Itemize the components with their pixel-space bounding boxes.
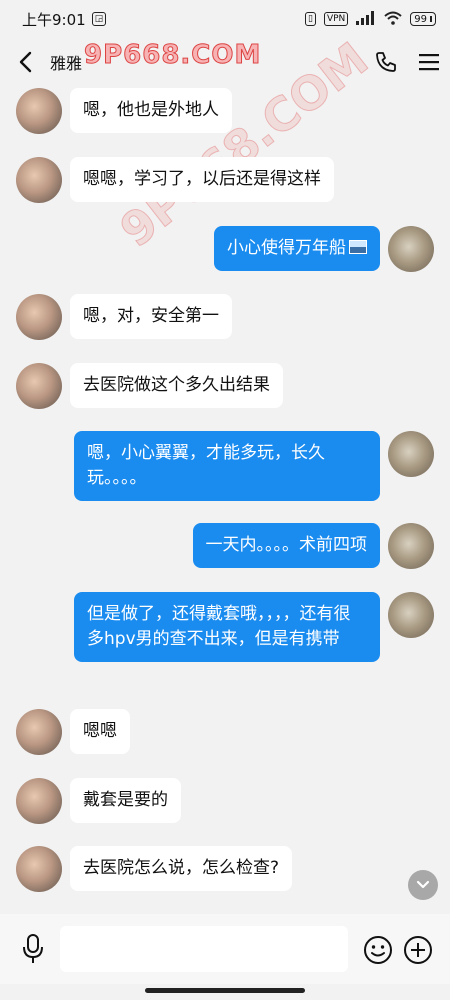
scroll-to-bottom-button[interactable]	[408, 870, 438, 900]
message-bubble[interactable]: 嗯，他也是外地人	[70, 88, 232, 133]
menu-button[interactable]	[418, 52, 440, 72]
battery-indicator: 99	[410, 12, 436, 26]
avatar[interactable]	[16, 294, 62, 340]
contact-name: 雅雅	[50, 54, 83, 73]
message-outgoing: 嗯，小心翼翼，才能多玩，长久玩。。。。	[74, 431, 434, 501]
message-incoming: 戴套是要的	[16, 778, 181, 824]
emoji-icon	[364, 936, 392, 964]
watermark-text: 9P668.COM	[83, 40, 262, 71]
message-incoming: 嗯嗯，学习了，以后还是得这样	[16, 157, 334, 203]
vpn-badge: VPN	[323, 12, 349, 26]
chevron-down-icon	[416, 880, 430, 889]
phone-icon	[376, 52, 396, 72]
message-bubble[interactable]: 小心使得万年船	[214, 226, 380, 271]
message-bubble[interactable]: 戴套是要的	[70, 778, 181, 823]
image-icon	[349, 240, 367, 254]
message-text: 小心使得万年船	[227, 238, 346, 258]
back-button[interactable]	[0, 38, 50, 86]
signal-icon	[356, 10, 376, 28]
wifi-icon	[384, 11, 402, 28]
message-outgoing: 但是做了，还得戴套哦，，，，还有很多hpv男的查不出来，但是有携带	[74, 592, 434, 662]
menu-icon	[419, 54, 439, 71]
plus-icon	[404, 936, 432, 964]
message-bubble[interactable]: 一天内。。。。术前四项	[192, 523, 380, 568]
avatar[interactable]	[16, 88, 62, 134]
message-list[interactable]: 嗯，他也是外地人 嗯嗯，学习了，以后还是得这样 小心使得万年船 嗯，对，安全第一…	[0, 86, 450, 914]
chevron-left-icon	[19, 51, 32, 73]
message-bubble[interactable]: 但是做了，还得戴套哦，，，，还有很多hpv男的查不出来，但是有携带	[74, 592, 380, 662]
message-bubble[interactable]: 嗯嗯，学习了，以后还是得这样	[70, 157, 334, 202]
avatar[interactable]	[388, 592, 434, 638]
message-bubble[interactable]: 去医院怎么说，怎么检查?	[70, 846, 293, 891]
notification-icon: ◲	[91, 12, 107, 26]
emoji-button[interactable]	[362, 934, 394, 966]
message-outgoing: 小心使得万年船	[214, 226, 434, 272]
add-button[interactable]	[402, 934, 434, 966]
status-time: 上午9:01	[22, 10, 86, 29]
avatar[interactable]	[16, 709, 62, 755]
message-incoming: 嗯，他也是外地人	[16, 88, 232, 134]
message-bubble[interactable]: 嗯嗯	[70, 709, 130, 754]
microphone-icon	[23, 934, 43, 963]
avatar[interactable]	[16, 778, 62, 824]
message-incoming: 嗯嗯	[16, 709, 130, 755]
message-incoming: 嗯，对，安全第一	[16, 294, 232, 340]
avatar[interactable]	[16, 846, 62, 892]
message-input[interactable]	[60, 926, 348, 972]
message-outgoing: 一天内。。。。术前四项	[192, 523, 434, 569]
avatar[interactable]	[388, 431, 434, 477]
vibrate-icon: ▯	[304, 12, 316, 26]
avatar[interactable]	[388, 226, 434, 272]
avatar[interactable]	[388, 523, 434, 569]
message-incoming: 去医院怎么说，怎么检查?	[16, 846, 293, 892]
voice-button[interactable]	[18, 934, 48, 964]
message-incoming: 去医院做这个多久出结果	[16, 363, 283, 409]
message-input-bar	[0, 914, 450, 984]
message-bubble[interactable]: 去医院做这个多久出结果	[70, 363, 283, 408]
message-bubble[interactable]: 嗯，对，安全第一	[70, 294, 232, 339]
avatar[interactable]	[16, 157, 62, 203]
call-button[interactable]	[374, 50, 398, 74]
status-bar: 上午9:01 ◲ ▯ VPN 99	[0, 0, 450, 38]
message-bubble[interactable]: 嗯，小心翼翼，才能多玩，长久玩。。。。	[74, 431, 380, 501]
avatar[interactable]	[16, 363, 62, 409]
home-indicator[interactable]	[145, 988, 305, 993]
